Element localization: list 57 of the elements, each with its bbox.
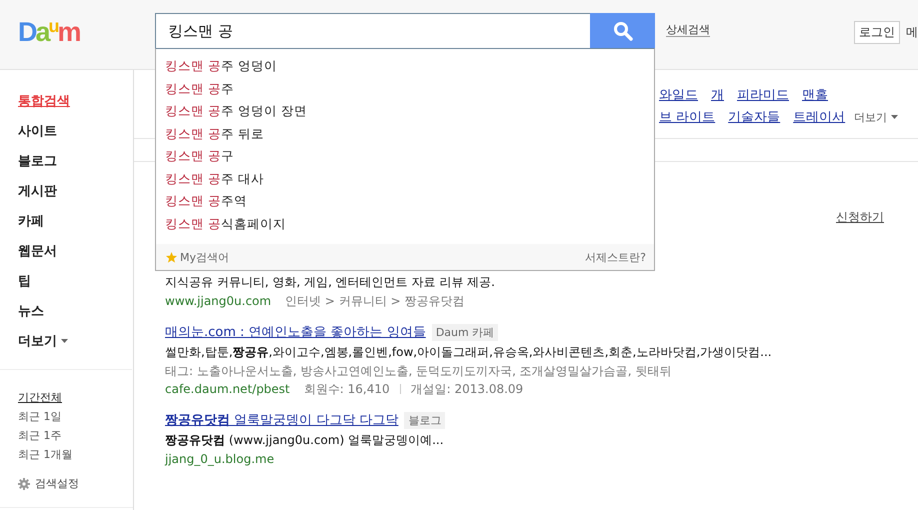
sidebar-item[interactable]: 사이트 bbox=[18, 116, 57, 146]
result-title-link[interactable]: 매의눈.com : 연예인노출을 좋아하는 잉여들 bbox=[165, 323, 426, 341]
sidebar-item[interactable]: 뉴스 bbox=[18, 296, 44, 326]
search-icon bbox=[612, 21, 632, 41]
result-description: 지식공유 커뮤니티, 영화, 게임, 엔터테인먼트 자료 리뷰 제공. bbox=[165, 274, 496, 291]
sidebar-item[interactable]: 게시판 bbox=[18, 176, 57, 206]
period-option[interactable]: 최근 1개월 bbox=[18, 445, 72, 464]
period-option[interactable]: 최근 1주 bbox=[18, 426, 62, 445]
search-button[interactable] bbox=[590, 13, 655, 49]
sidebar-item[interactable]: 웹문서 bbox=[18, 236, 57, 266]
suggestion-item[interactable]: 킹스맨 공식홈페이지 bbox=[165, 212, 286, 235]
suggestion-item[interactable]: 킹스맨 공주 대사 bbox=[165, 168, 264, 190]
gear-icon bbox=[18, 478, 30, 490]
result-description: 짱공유닷컴 (www.jjang0u.com) 얼룩말궁뎅이예... bbox=[165, 432, 445, 449]
source-tag: 블로그 bbox=[404, 412, 446, 428]
caret-icon bbox=[61, 339, 68, 343]
source-tag: Daum 카페 bbox=[432, 324, 498, 340]
period-option[interactable]: 기간전체 bbox=[18, 388, 62, 407]
menu-link[interactable]: 메 bbox=[906, 24, 918, 41]
sidebar-item[interactable]: 카페 bbox=[18, 206, 44, 236]
result-description: 썰만화,탑툰,짱공유,와이고수,엠봉,롤인벤,fow,아이돌그래퍼,유승옥,와사비콘텐츠,회춘,노라바닷컴,가생이닷컴... bbox=[165, 344, 773, 361]
my-searches-link[interactable]: My검색어 bbox=[166, 250, 230, 264]
suggestion-item[interactable]: 킹스맨 공주 엉덩이 bbox=[165, 55, 277, 78]
sidebar-item[interactable]: 팁 bbox=[18, 266, 31, 296]
suggestion-item[interactable]: 킹스맨 공주역 bbox=[165, 190, 247, 212]
search-settings-link[interactable]: 검색설정 bbox=[18, 476, 79, 491]
related-search-link[interactable]: 트레이서 bbox=[793, 108, 846, 126]
apply-link[interactable]: 신청하기 bbox=[836, 209, 884, 241]
caret-icon bbox=[891, 115, 898, 119]
result-meta: 개설일: 2013.08.09 bbox=[410, 381, 524, 398]
search-field[interactable]: 킹스맨 공 bbox=[155, 13, 590, 49]
sidebar-item[interactable]: 블로그 bbox=[18, 146, 57, 176]
related-search-link[interactable]: 개 bbox=[711, 86, 724, 104]
related-search-link[interactable]: 피라미드 bbox=[737, 86, 789, 104]
star-icon bbox=[166, 252, 177, 262]
result-meta: 인터넷 > 커뮤니티 > 짱공유닷컴 bbox=[285, 293, 464, 310]
result-url[interactable]: www.jjang0u.com bbox=[165, 292, 272, 310]
result-meta: 회원수: 16,410 bbox=[304, 381, 390, 398]
result-url[interactable]: jjang_0_u.blog.me bbox=[165, 450, 274, 468]
related-search-link[interactable]: 기술자들 bbox=[728, 108, 780, 126]
suggestion-item[interactable]: 킹스맨 공주 bbox=[165, 78, 234, 100]
period-option[interactable]: 최근 1일 bbox=[18, 407, 62, 426]
result-title-link[interactable]: 짱공유닷컴 얼룩말궁뎅이 다그닥 다그닥 bbox=[165, 411, 398, 429]
help-link[interactable]: 서제스트란? bbox=[585, 250, 646, 264]
suggestion-item[interactable]: 킹스맨 공구 bbox=[165, 145, 234, 168]
result-tags: 태그: 노출아나운서노출, 방송사고연예인노출, 둔덕도끼도끼자국, 조개살영밀살가슴골, 뒷태뒤 bbox=[165, 362, 884, 380]
related-search-link[interactable]: 맨홀 bbox=[802, 86, 828, 104]
login-button[interactable]: 로그인 bbox=[854, 21, 900, 44]
suggestion-item[interactable]: 킹스맨 공주 엉덩이 장면 bbox=[165, 100, 307, 122]
sidebar-item[interactable]: 통합검색 bbox=[18, 86, 70, 116]
result-url[interactable]: cafe.daum.net/pbest bbox=[165, 380, 290, 398]
more-link[interactable]: 더보기 bbox=[854, 110, 898, 124]
advanced-search-link[interactable]: 상세검색 bbox=[666, 23, 710, 37]
related-search-link[interactable]: 브 라이트 bbox=[659, 108, 716, 126]
related-search-link[interactable]: 와일드 bbox=[659, 86, 698, 104]
suggestion-item[interactable]: 킹스맨 공주 뒤로 bbox=[165, 122, 264, 145]
more-menu[interactable]: 더보기 bbox=[18, 326, 68, 356]
